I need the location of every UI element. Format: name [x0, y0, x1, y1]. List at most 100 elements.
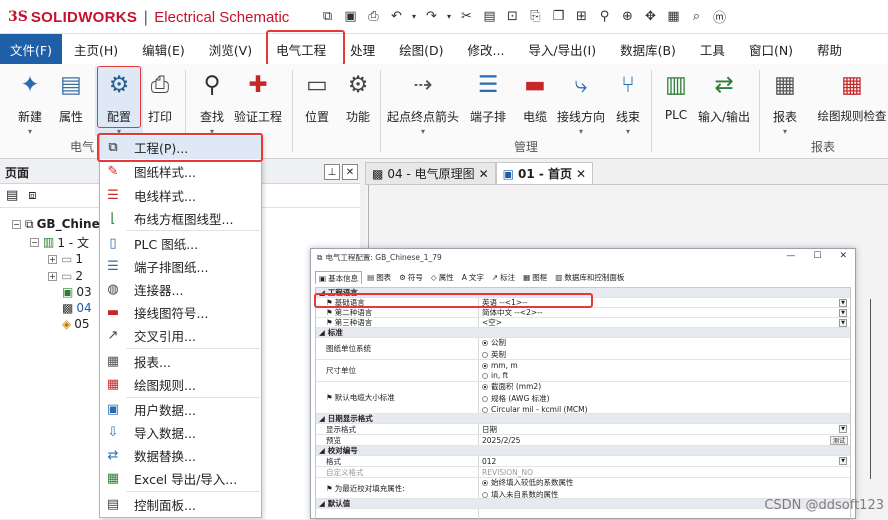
tree-node-page-04[interactable]: ▩ 04 [62, 300, 92, 316]
row-rev-format[interactable]: 格式 012 ▼ [316, 456, 850, 467]
section-standard[interactable]: ◢ 标准 [316, 328, 850, 338]
dlg-tab-chart[interactable]: ▤ 图表 [364, 271, 394, 284]
ribbon-print-button[interactable]: ⎙ 打印 [136, 66, 184, 125]
save-icon[interactable]: ▣ [341, 7, 360, 26]
menu-item-control-panel[interactable]: ▤ 控制面板... [100, 493, 261, 516]
ribbon-validate-button[interactable]: ✚ 验证工程 [234, 66, 282, 125]
row-value[interactable]: 日期 [482, 424, 497, 435]
paste-icon[interactable]: ▤ [480, 7, 499, 26]
radio-option[interactable]: in, ft [482, 371, 518, 380]
move-icon[interactable]: ⊞ [572, 7, 591, 26]
radio-option[interactable]: 填入未自系数的属性 [482, 489, 574, 500]
row-custom-format[interactable]: 自定义格式 REVISION_NO [316, 467, 850, 478]
radio-option[interactable]: 始终填入较低的系数属性 [482, 477, 574, 488]
ribbon-arrow-button[interactable]: ⇢ 起点终点箭头 ▾ [387, 66, 459, 136]
menu-item-line-style[interactable]: ⌊ 布线方框图线型... [100, 207, 261, 230]
clipboard-icon[interactable]: ⎘ [526, 7, 545, 26]
ribbon-properties-button[interactable]: ▤ 属性 [47, 66, 95, 125]
menu-item-terminal-drawing[interactable]: ☰ 端子排图纸... [100, 255, 261, 278]
duplicate-icon[interactable]: ❐ [549, 7, 568, 26]
expand-toggle-icon[interactable]: + [48, 254, 57, 264]
row-preview[interactable]: 预览 2025/2/25 测试 [316, 435, 850, 446]
maximize-icon[interactable]: ☐ [813, 251, 821, 261]
redo-dropdown-icon[interactable]: ▾ [445, 7, 453, 26]
menu-item-project[interactable]: ⧉ 工程(P)... [100, 136, 261, 159]
row-value[interactable]: 012 [482, 457, 496, 466]
row-fill-attribute[interactable]: ⚑ 为最近校对填充属性: 始终填入较低的系数属性 填入未自系数的属性 [316, 478, 850, 499]
ribbon-drawing-rules-button[interactable]: ▦ 绘图规则检查 [818, 66, 887, 124]
grid-icon[interactable]: ▦ [664, 7, 683, 26]
dlg-tab-symbol[interactable]: ⚙ 符号 [396, 271, 426, 284]
find-icon[interactable]: ⌕ [687, 7, 706, 26]
ribbon-harness-button[interactable]: ⑂ 线束 ▾ [604, 66, 652, 136]
menu-process[interactable]: 处理 [338, 34, 387, 64]
tab-schematic[interactable]: ▩ 04 - 电气原理图 ✕ [365, 162, 496, 184]
row-display-format[interactable]: 显示格式 日期 ▼ [316, 424, 850, 435]
ribbon-function-button[interactable]: ⚙ 功能 [334, 66, 382, 125]
tree-node-book[interactable]: − ▥ 1 - 文 [30, 234, 89, 250]
menu-item-data-replace[interactable]: ⇄ 数据替换... [100, 444, 261, 467]
menu-item-user-data[interactable]: ▣ 用户数据... [100, 398, 261, 421]
dlg-tab-database[interactable]: ▥ 数据库和控制面板 [552, 271, 627, 284]
chevron-down-icon[interactable]: ▼ [839, 298, 847, 307]
ribbon-cable-button[interactable]: ▬ 电缆 [511, 66, 559, 125]
minimize-icon[interactable]: — [786, 251, 795, 261]
tree-node-page-03[interactable]: ▣ 03 [62, 284, 92, 300]
dlg-tab-text[interactable]: A 文字 [459, 271, 487, 284]
close-icon[interactable]: ✕ [479, 167, 489, 181]
redo-icon[interactable]: ↷ [422, 7, 441, 26]
menu-item-import-data[interactable]: ⇩ 导入数据... [100, 421, 261, 444]
radio-option[interactable]: 规格 (AWG 标准) [482, 393, 588, 404]
section-date-format[interactable]: ◢ 日期显示格式 [316, 414, 850, 424]
ribbon-plc-button[interactable]: ▥ PLC [652, 66, 700, 122]
row-size-unit[interactable]: 尺寸单位 mm, m in, ft [316, 360, 850, 382]
menu-item-wiring-symbol[interactable]: ▬ 接线图符号... [100, 301, 261, 324]
chevron-down-icon[interactable]: ▼ [839, 308, 847, 317]
zoom-icon[interactable]: ⚲ [595, 7, 614, 26]
menu-database[interactable]: 数据库(B) [608, 34, 688, 64]
ribbon-io-button[interactable]: ⇄ 输入/输出 [698, 66, 750, 125]
menu-tools[interactable]: 工具 [688, 34, 737, 64]
cut-icon[interactable]: ✂ [457, 7, 476, 26]
section-project-language[interactable]: ◢ 工程语言 [316, 288, 850, 298]
user-icon[interactable]: ⓜ [710, 7, 729, 26]
row-second-language[interactable]: ⚑ 第二种语言 简体中文 --<2>-- ▼ [316, 308, 850, 318]
radio-option[interactable]: Circular mil - kcmil (MCM) [482, 405, 588, 414]
chevron-down-icon[interactable]: ▼ [839, 457, 847, 465]
radio-option[interactable]: 公制 [482, 337, 506, 348]
collapse-toggle-icon[interactable]: − [12, 219, 21, 229]
menu-modify[interactable]: 修改... [456, 34, 517, 64]
menu-item-wire-style[interactable]: ☰ 电线样式... [100, 184, 261, 207]
menu-item-plc-drawing[interactable]: ▯ PLC 图纸... [100, 232, 261, 255]
radio-option[interactable]: 截面积 (mm2) [482, 381, 588, 392]
menu-help[interactable]: 帮助 [805, 34, 854, 64]
menu-import-export[interactable]: 导入/导出(I) [516, 34, 608, 64]
menu-item-cross-reference[interactable]: ↗ 交叉引用... [100, 324, 261, 347]
menu-window[interactable]: 窗口(N) [737, 34, 805, 64]
undo-icon[interactable]: ↶ [387, 7, 406, 26]
copy-icon[interactable]: ⧉ [318, 7, 337, 26]
ribbon-wiring-direction-button[interactable]: ⤷ 接线方向 ▾ [557, 66, 605, 136]
collapse-toggle-icon[interactable]: − [30, 237, 39, 247]
menu-view[interactable]: 浏览(V) [197, 34, 264, 64]
radio-option[interactable]: mm, m [482, 361, 518, 370]
menu-item-excel[interactable]: ▦ Excel 导出/导入... [100, 467, 261, 490]
row-base-language[interactable]: ⚑ 基础语言 英语 --<1>-- ▼ [316, 298, 850, 308]
menu-item-connector[interactable]: ◍ 连接器... [100, 278, 261, 301]
dlg-tab-attribute[interactable]: ◇ 属性 [428, 271, 457, 284]
close-icon[interactable]: ✕ [342, 164, 358, 180]
expand-icon[interactable]: ⧈ [28, 188, 36, 203]
dlg-tab-annotation[interactable]: ↗ 标注 [489, 271, 518, 284]
menu-item-report[interactable]: ▦ 报表... [100, 350, 261, 373]
chevron-down-icon[interactable]: ▼ [839, 425, 847, 433]
test-button[interactable]: 测试 [830, 435, 848, 445]
pan-icon[interactable]: ✥ [641, 7, 660, 26]
menu-draw[interactable]: 绘图(D) [387, 34, 455, 64]
tree-node-folder-2[interactable]: + ▭ 2 [48, 268, 83, 284]
row-unit-system[interactable]: 图纸单位系统 公制 英制 [316, 338, 850, 360]
menu-electrical-project[interactable]: 电气工程 [264, 34, 338, 64]
close-icon[interactable]: ✕ [576, 167, 586, 181]
search-icon[interactable]: ⊕ [618, 7, 637, 26]
section-revision[interactable]: ◢ 校对编号 [316, 446, 850, 456]
close-icon[interactable]: ✕ [839, 251, 847, 261]
